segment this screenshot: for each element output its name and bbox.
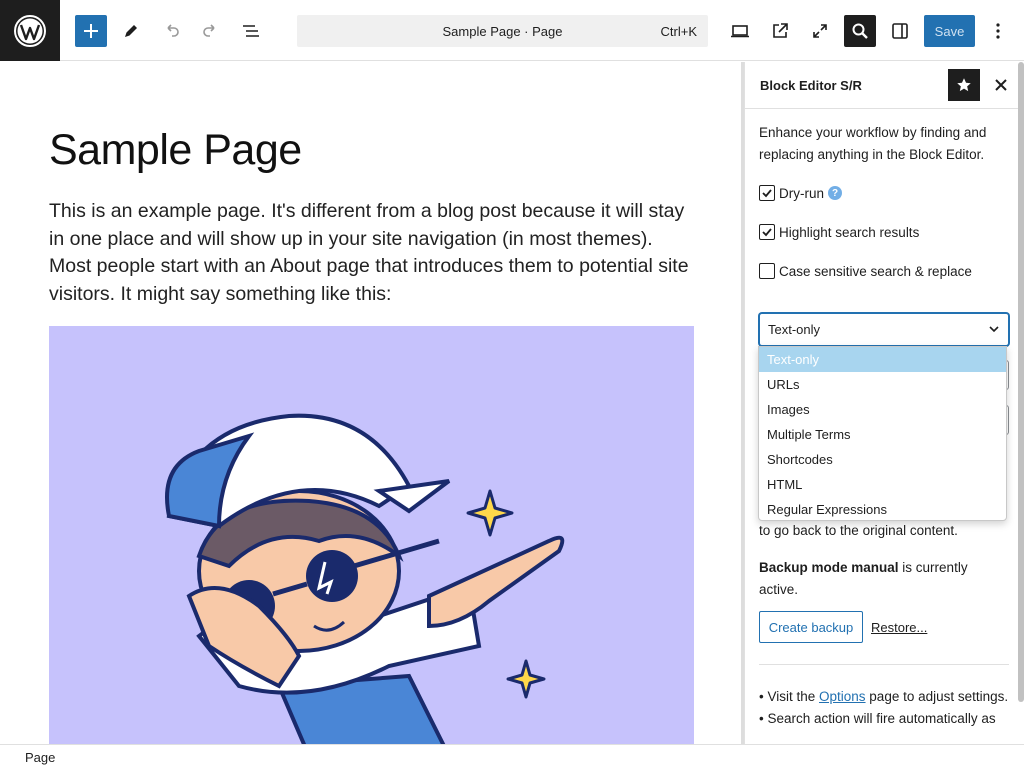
close-icon — [995, 79, 1007, 91]
sidebar-intro: Enhance your workflow by finding and rep… — [759, 125, 987, 162]
redo-button[interactable] — [195, 15, 227, 47]
preview-button[interactable] — [724, 15, 756, 47]
checkmark-icon — [762, 228, 772, 237]
desktop-icon — [731, 25, 749, 38]
status-footer: Page — [0, 744, 1024, 768]
undo-icon — [167, 24, 179, 37]
backup-help-text: to go back to the original content. — [759, 523, 958, 538]
pencil-icon — [125, 25, 137, 37]
search-mode-dropdown: Text-only URLs Images Multiple Terms Sho… — [758, 346, 1007, 521]
chevron-down-icon — [989, 326, 999, 333]
dropdown-option-shortcodes[interactable]: Shortcodes — [759, 447, 1006, 472]
list-view-icon — [243, 25, 259, 37]
note-options: • Visit the Options page to adjust setti… — [759, 686, 1009, 708]
command-palette-bar[interactable]: Sample Page · Page Ctrl+K — [297, 15, 708, 47]
sidebar-divider — [759, 664, 1009, 665]
save-button[interactable]: Save — [924, 15, 975, 47]
dry-run-label: Dry-run — [779, 185, 825, 201]
backup-mode-name: Backup mode manual — [759, 560, 899, 575]
note-options-prefix: • Visit the — [759, 689, 820, 704]
post-paragraph[interactable]: This is an example page. It's different … — [49, 198, 699, 308]
external-link-icon — [773, 23, 788, 38]
note-options-suffix: page to adjust settings. — [865, 689, 1009, 704]
post-image[interactable] — [49, 326, 694, 745]
sidebar-icon — [892, 23, 908, 39]
settings-sidebar-button[interactable] — [884, 15, 916, 47]
search-mode-value: Text-only — [768, 322, 821, 337]
case-sensitive-checkbox[interactable] — [759, 263, 775, 279]
case-sensitive-option[interactable]: Case sensitive search & replace — [759, 263, 972, 279]
sidebar-notes: • Visit the Options page to adjust setti… — [759, 686, 1009, 730]
search-mode-select[interactable]: Text-only — [759, 313, 1009, 346]
pin-button[interactable] — [948, 69, 980, 101]
help-icon[interactable]: ? — [828, 186, 843, 200]
fullscreen-button[interactable] — [804, 15, 836, 47]
breadcrumb[interactable]: Page — [25, 750, 55, 765]
dropdown-option-regex[interactable]: Regular Expressions — [759, 497, 1006, 522]
case-sensitive-label: Case sensitive search & replace — [779, 263, 972, 279]
note-search-action: • Search action will fire automatically … — [759, 711, 996, 726]
checkmark-icon — [762, 189, 772, 198]
star-icon — [957, 78, 971, 92]
create-backup-button[interactable]: Create backup — [759, 611, 863, 643]
highlight-results-option[interactable]: Highlight search results — [759, 224, 919, 240]
search-icon — [852, 23, 868, 39]
more-vertical-icon — [996, 23, 1000, 39]
dropdown-option-urls[interactable]: URLs — [759, 372, 1006, 397]
dropdown-option-html[interactable]: HTML — [759, 472, 1006, 497]
wordpress-logo-icon[interactable] — [0, 0, 60, 61]
highlight-label: Highlight search results — [779, 224, 920, 240]
highlight-checkbox[interactable] — [759, 224, 775, 240]
dry-run-checkbox[interactable] — [759, 185, 775, 201]
editor-canvas: Sample Page This is an example page. It'… — [0, 62, 741, 745]
sidebar-title: Block Editor S/R — [760, 78, 862, 93]
sidebar-scrollbar[interactable] — [1018, 62, 1024, 702]
view-page-button[interactable] — [764, 15, 796, 47]
undo-button[interactable] — [155, 15, 187, 47]
add-block-button[interactable] — [75, 15, 107, 47]
dropdown-option-text-only[interactable]: Text-only — [759, 347, 1006, 372]
backup-mode-text: Backup mode manual is currently active. — [759, 557, 1009, 601]
close-sidebar-button[interactable] — [991, 75, 1011, 95]
cartoon-boy-dabbing-illustration — [165, 413, 565, 745]
options-button[interactable] — [982, 15, 1014, 47]
editor-toolbar: Sample Page · Page Ctrl+K Save — [0, 0, 1024, 61]
plus-icon — [84, 24, 98, 38]
search-replace-button[interactable] — [844, 15, 876, 47]
redo-icon — [203, 24, 215, 37]
document-overview-button[interactable] — [235, 15, 267, 47]
shortcut-hint: Ctrl+K — [660, 24, 697, 39]
dry-run-option[interactable]: Dry-run ? — [759, 185, 843, 201]
dropdown-option-multiple-terms[interactable]: Multiple Terms — [759, 422, 1006, 447]
restore-link[interactable]: Restore... — [871, 620, 927, 635]
post-title[interactable]: Sample Page — [49, 126, 302, 175]
fullscreen-icon — [813, 24, 827, 38]
options-link[interactable]: Options — [819, 689, 866, 704]
sidebar-header: Block Editor S/R — [745, 62, 1024, 109]
dropdown-option-images[interactable]: Images — [759, 397, 1006, 422]
tools-button[interactable] — [115, 15, 147, 47]
document-title: Sample Page · Page — [442, 24, 563, 39]
